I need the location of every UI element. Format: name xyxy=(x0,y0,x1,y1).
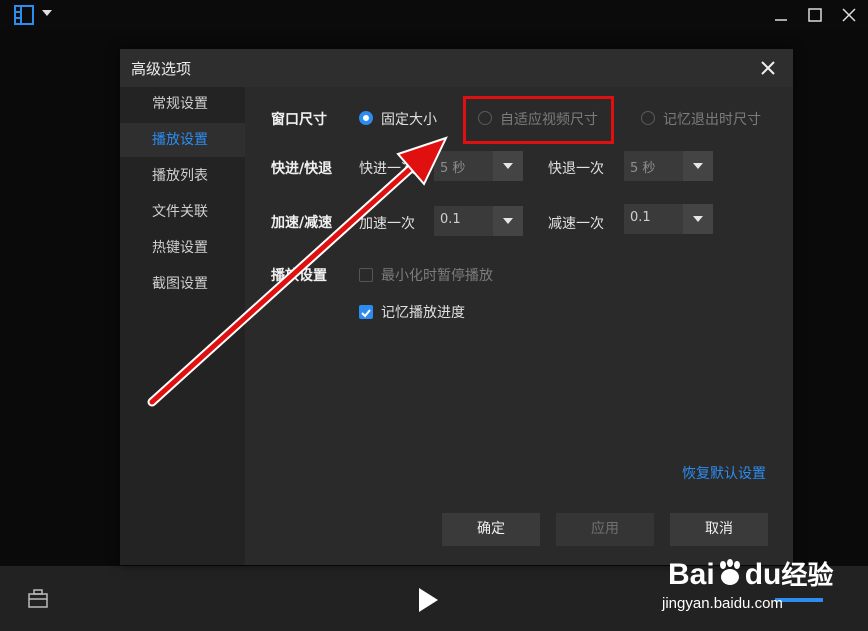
baidu-watermark: Bai du经验 jingyan.baidu.com xyxy=(660,555,860,625)
watermark-brand: Bai xyxy=(668,558,715,591)
watermark-url: jingyan.baidu.com xyxy=(662,595,783,612)
watermark-suffix: 经验 xyxy=(781,560,834,590)
watermark-brand2: du xyxy=(744,558,782,591)
paw-icon xyxy=(719,559,740,585)
annotation-arrow-icon xyxy=(147,136,448,407)
